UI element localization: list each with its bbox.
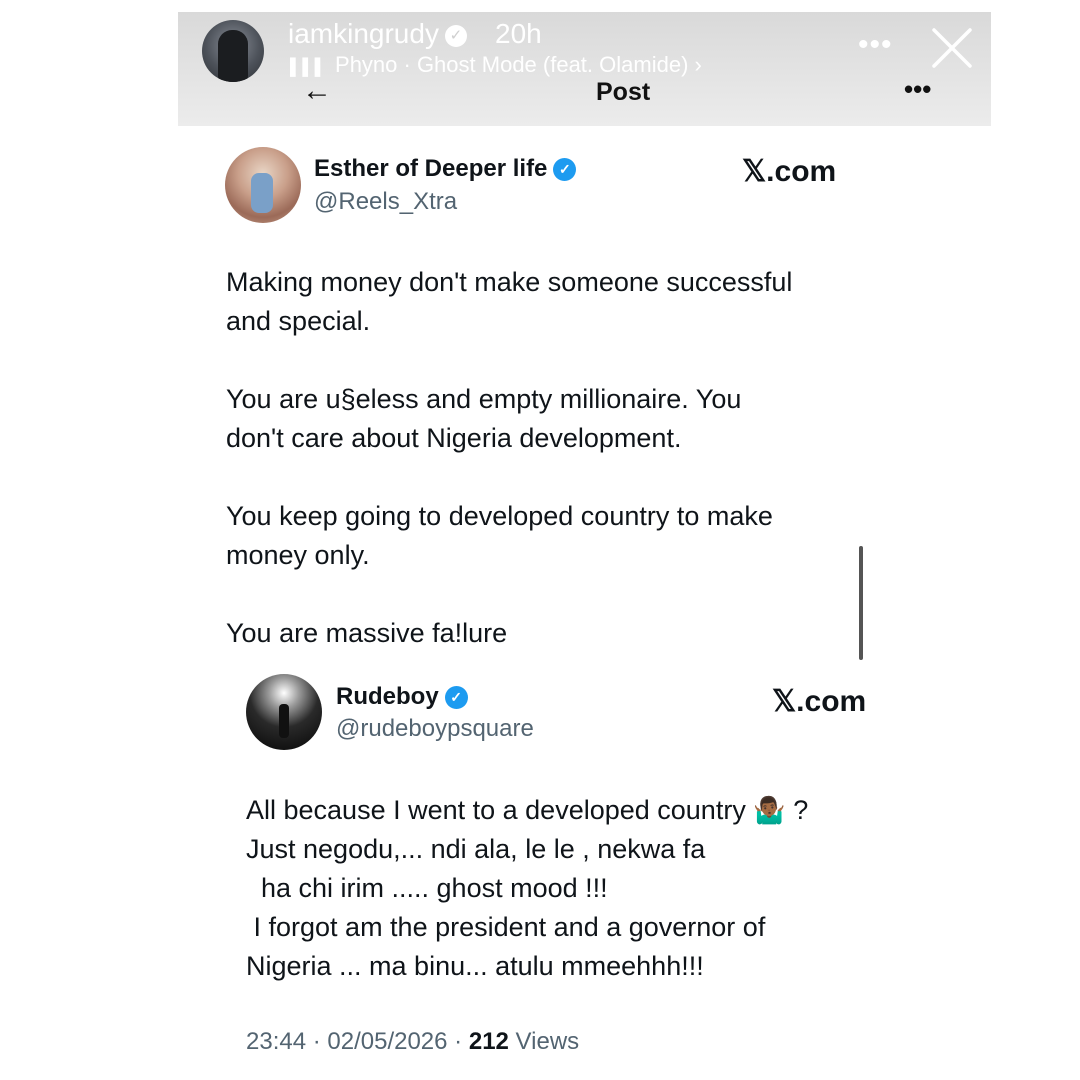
- tweet-line-end: ?: [793, 795, 809, 825]
- tweet-line: Just negodu,... ndi ala, le le , nekwa f…: [246, 834, 706, 864]
- page-title: Post: [596, 78, 651, 106]
- author-handle[interactable]: @Reels_Xtra: [314, 188, 457, 216]
- tweet-line-text: All because I went to a developed countr…: [246, 795, 746, 825]
- story-music-text: Phyno · Ghost Mode (feat. Olamide) ›: [335, 52, 702, 77]
- story-avatar[interactable]: [202, 20, 264, 82]
- tweet-line: Nigeria ... ma binu... atulu mmeehhh!!!: [246, 951, 704, 981]
- author-name-text: Esther of Deeper life: [314, 155, 548, 182]
- shrug-emoji-icon: 🤷🏾‍♂️: [753, 795, 786, 825]
- views-label: Views: [508, 1028, 580, 1055]
- verified-badge-icon: ✓: [553, 158, 577, 181]
- story-more-icon[interactable]: •••: [858, 28, 893, 62]
- more-options-icon[interactable]: •••: [904, 74, 931, 105]
- tweet-line: You keep going to developed country to m…: [226, 501, 773, 531]
- back-arrow-icon[interactable]: ←: [302, 74, 332, 108]
- verified-badge-icon: ✓: [444, 686, 468, 709]
- author-name-text: Rudeboy: [336, 683, 439, 710]
- avatar[interactable]: [225, 147, 301, 223]
- tweet-text: Making money don't make someone successf…: [226, 263, 792, 653]
- tweet-line: don't care about Nigeria development.: [226, 423, 682, 453]
- scrollbar[interactable]: [859, 546, 863, 660]
- author-name[interactable]: Esther of Deeper life ✓: [314, 155, 577, 183]
- story-header: iamkingrudy ✓ 20h ▌▌▌ Phyno · Ghost Mode (…: [178, 12, 991, 126]
- story-username[interactable]: iamkingrudy ✓: [288, 18, 467, 50]
- post-datetime: 23:44 · 02/05/2026 ·: [246, 1028, 469, 1055]
- tweet-line: You are u§eless and empty millionaire. Y…: [226, 384, 742, 414]
- post-meta: 23:44 · 02/05/2026 · 212 Views: [246, 1028, 579, 1056]
- tweet-line: I forgot am the president and a governor…: [246, 912, 766, 942]
- verified-icon: ✓: [444, 25, 467, 47]
- x-brand-label: 𝕏.com: [742, 155, 837, 188]
- x-brand-label: 𝕏.com: [772, 685, 867, 718]
- tweet-line: money only.: [226, 540, 370, 570]
- tweet-line: and special.: [226, 306, 371, 336]
- author-handle[interactable]: @rudeboypsquare: [336, 715, 534, 743]
- author-name[interactable]: Rudeboy ✓: [336, 683, 468, 711]
- tweet-line: Making money don't make someone successf…: [226, 267, 793, 297]
- tweet-line: You are massive fa!lure: [226, 618, 508, 648]
- tweet-line: All because I went to a developed countr…: [246, 791, 808, 830]
- story-time: 20h: [495, 18, 542, 49]
- close-icon[interactable]: [930, 26, 974, 70]
- tweet-text: All because I went to a developed countr…: [246, 791, 808, 986]
- story-username-text: iamkingrudy: [288, 18, 439, 49]
- tweet-line: ha chi irim ..... ghost mood !!!: [246, 873, 608, 903]
- avatar[interactable]: [246, 674, 322, 750]
- story-music[interactable]: ▌▌▌ Phyno · Ghost Mode (feat. Olamide) ›: [290, 52, 702, 78]
- views-count[interactable]: 212: [469, 1028, 509, 1055]
